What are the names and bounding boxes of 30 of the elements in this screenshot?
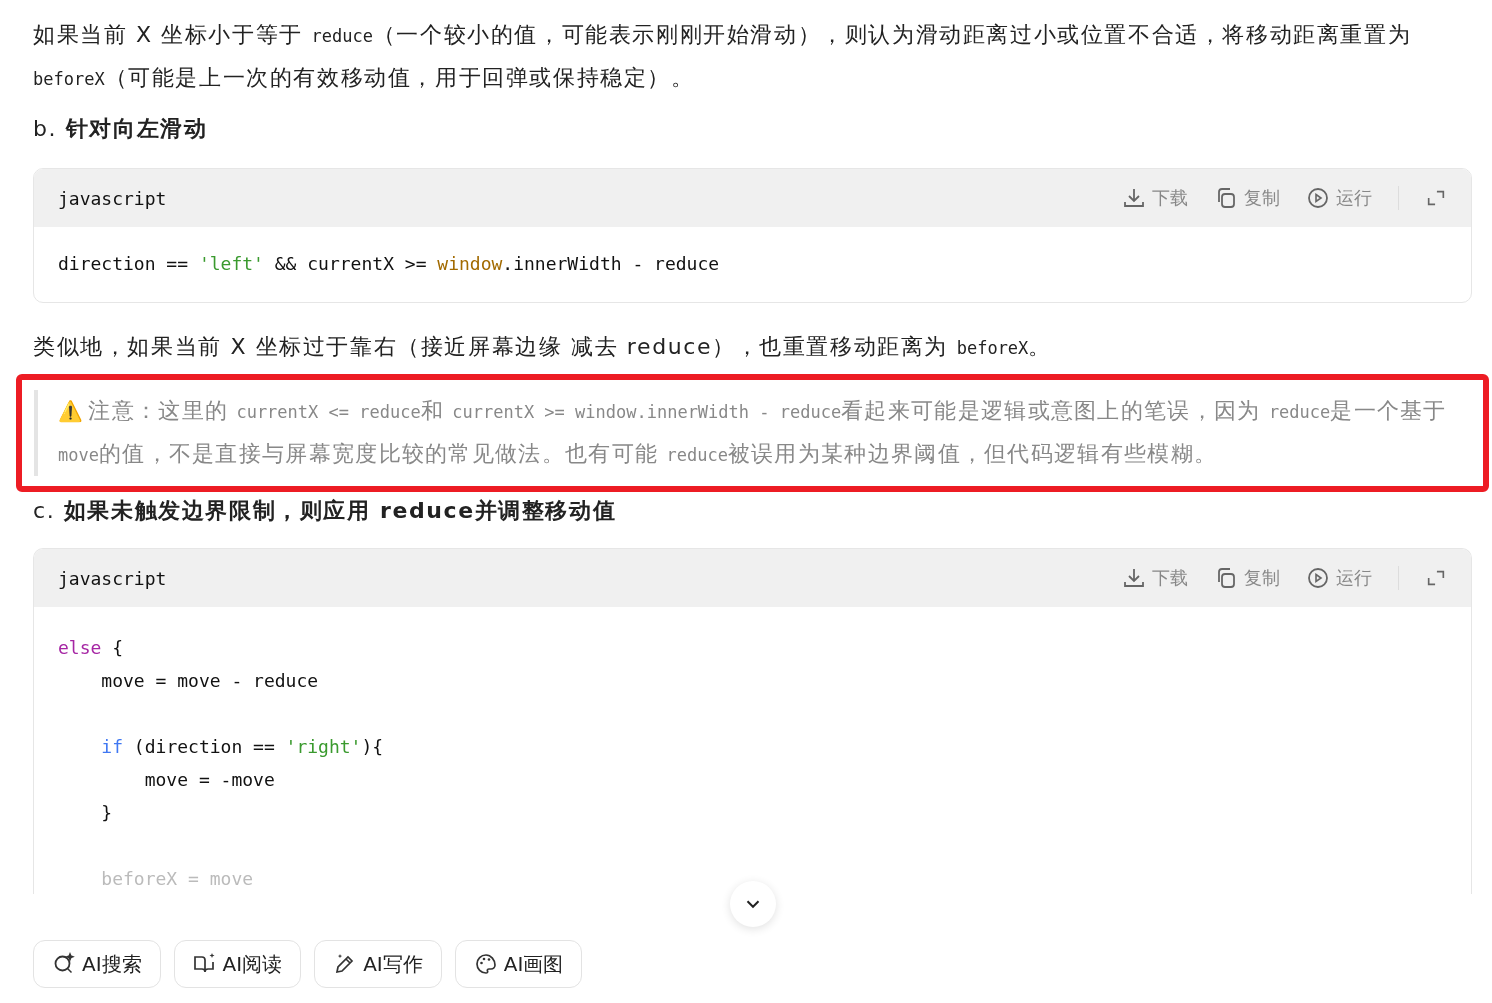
code-action-button[interactable]: 运行 <box>1306 566 1372 590</box>
code-action-button[interactable]: 下载 <box>1122 186 1188 210</box>
section-heading: b. 针对向左滑动 <box>33 115 209 143</box>
paragraph: 类似地，如果当前 X 坐标过于靠右（接近屏幕边缘 减去 reduce），也重置移动距离为 beforeX。 <box>33 333 1053 361</box>
play-icon <box>1306 186 1330 210</box>
palette-icon <box>473 952 498 976</box>
code-line: else { <box>58 636 125 660</box>
play-icon <box>1306 566 1330 590</box>
code-line: beforeX = move <box>100 867 255 891</box>
code-line: direction == 'left' && currentX >= window.innerWidth - reduce <box>58 252 721 276</box>
search-icon <box>52 952 76 976</box>
ai-tool-button[interactable]: AI搜索 <box>33 940 161 988</box>
section-heading: c. 如果未触发边界限制，则应用 reduce并调整移动值 <box>33 497 618 525</box>
code-action-button[interactable]: 运行 <box>1306 186 1372 210</box>
code-line: move = -move <box>143 768 276 792</box>
download-icon <box>1122 566 1146 590</box>
code-action-button[interactable]: 复制 <box>1214 186 1280 210</box>
code-line: move = move - reduce <box>100 669 320 693</box>
ai-tool-button[interactable]: AI写作 <box>314 940 442 988</box>
code-line: if (direction == 'right'){ <box>100 735 385 759</box>
paragraph: 如果当前 X 坐标小于等于 reduce（一个较小的值，可能表示刚刚开始滑动），则认为滑动距离过小或位置不合适，将移动距离重置为 beforeX（可能是上一次的有效移动值，用于回弹或保持稳定）。 <box>33 21 1413 92</box>
language-label: javascript <box>58 187 167 209</box>
ai-tool-button[interactable]: AI阅读 <box>173 940 302 988</box>
language-label: javascript <box>58 567 167 589</box>
ai-tool-button[interactable]: AI画图 <box>454 940 583 988</box>
code-action-button[interactable]: 复制 <box>1214 566 1280 590</box>
note-text: ⚠ 注意：这里的 currentX <= reduce和 currentX >= window.innerWidth - reduce看起来可能是逻辑或意图上的笔误，因为 reduce是一个基于 move的值，不是直接与屏幕宽度比较的常见做法。也有可能 reduce被误用为某种边界阈值，但代码逻辑有些模糊。 <box>58 397 1448 468</box>
code-action-button[interactable]: 下载 <box>1122 566 1188 590</box>
code-line: } <box>100 801 114 825</box>
download-icon <box>1122 186 1146 210</box>
